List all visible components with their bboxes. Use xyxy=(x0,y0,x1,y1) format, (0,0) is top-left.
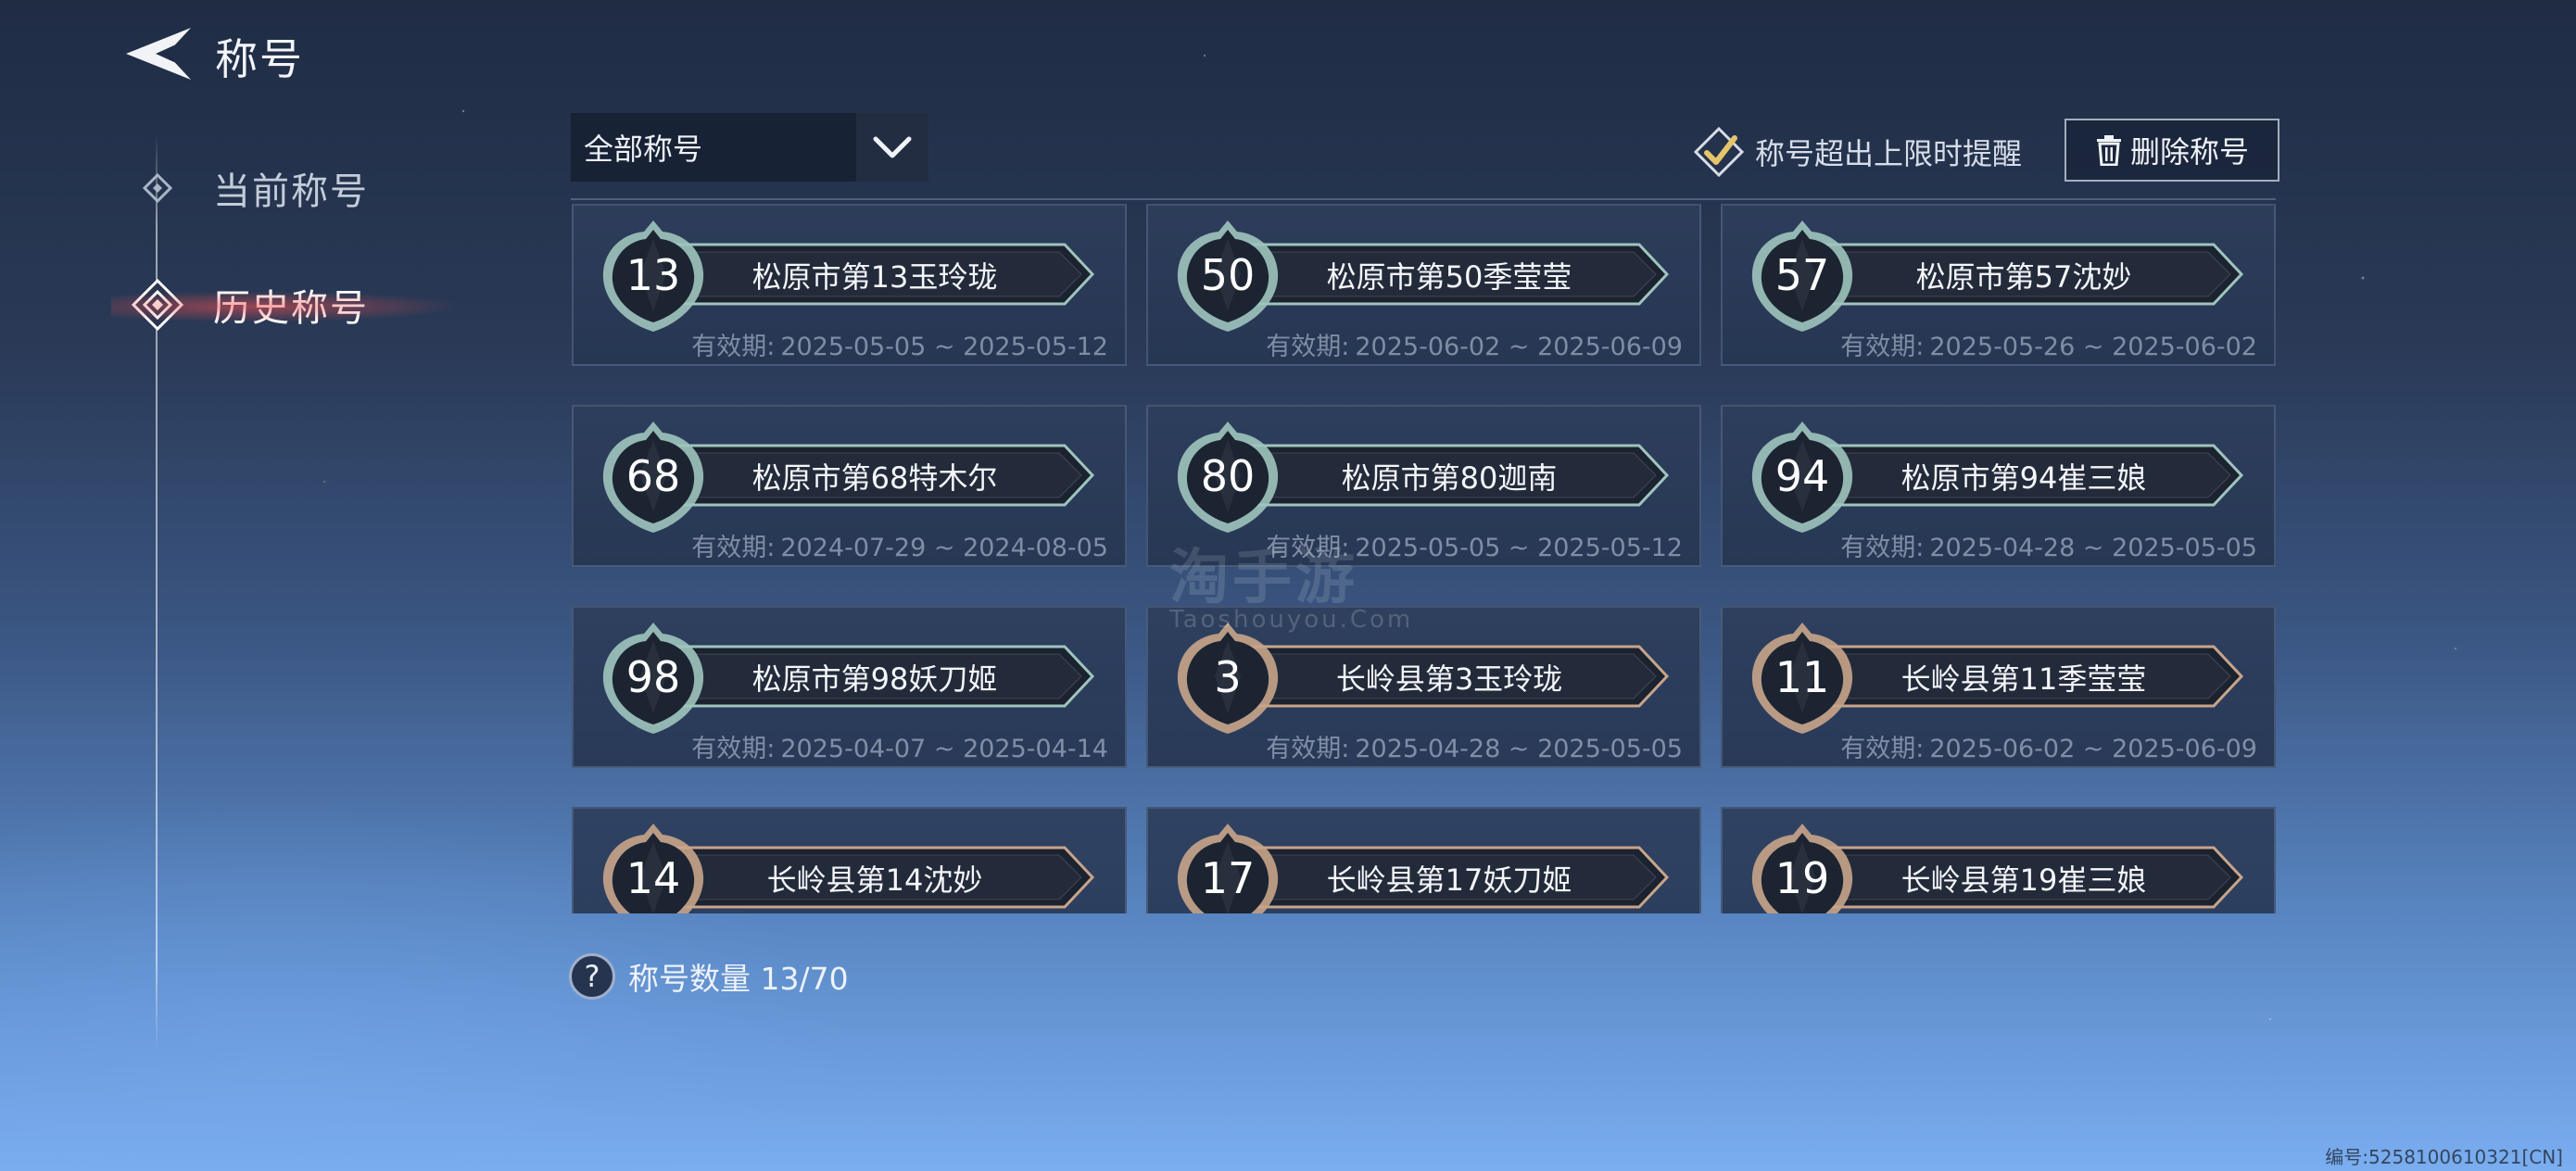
rank-number: 98 xyxy=(625,652,681,702)
rank-number: 14 xyxy=(625,853,681,903)
title-card[interactable]: 长岭县第11季莹莹 11 有效期: 2025-06-02 ~ 2025-06-09 xyxy=(1721,606,2276,768)
title-name: 长岭县第17妖刀姬 xyxy=(1326,863,1572,898)
title-card[interactable]: 松原市第68特木尔 68 有效期: 2024-07-29 ~ 2024-08-05 xyxy=(572,405,1127,567)
page-title: 称号 xyxy=(215,34,304,84)
validity-period: 有效期: 2025-06-02 ~ 2025-06-09 xyxy=(1840,728,2257,764)
diamond-icon xyxy=(130,277,185,333)
title-card[interactable]: 长岭县第19崔三娘 19 xyxy=(1721,807,2276,913)
rank-number: 11 xyxy=(1774,652,1830,702)
trash-icon xyxy=(2096,135,2121,166)
reminder-label: 称号超出上限时提醒 xyxy=(1755,136,2023,171)
validity-dates: 2025-05-05 ~ 2025-05-12 xyxy=(780,333,1108,361)
title-name: 松原市第98妖刀姬 xyxy=(751,661,998,697)
validity-dates: 2025-04-28 ~ 2025-05-05 xyxy=(1929,534,2257,562)
dropdown-toggle[interactable] xyxy=(856,113,928,182)
title-name: 松原市第80迦南 xyxy=(1341,460,1558,496)
rank-number: 94 xyxy=(1774,451,1830,501)
diamond-icon xyxy=(130,160,185,216)
validity-dates: 2025-04-07 ~ 2025-04-14 xyxy=(780,735,1108,763)
validity-period: 有效期: 2025-05-05 ~ 2025-05-12 xyxy=(691,326,1108,362)
rank-number: 57 xyxy=(1774,250,1830,300)
rank-number: 3 xyxy=(1214,652,1242,702)
validity-label: 有效期: xyxy=(1840,735,1925,763)
validity-period: 有效期: 2025-04-07 ~ 2025-04-14 xyxy=(691,728,1108,764)
validity-dates: 2024-07-29 ~ 2024-08-05 xyxy=(780,534,1108,562)
validity-dates: 2025-05-05 ~ 2025-05-12 xyxy=(1355,534,1683,562)
title-count: ? 称号数量 13/70 xyxy=(569,952,849,1001)
validity-period: 有效期: 2025-05-26 ~ 2025-06-02 xyxy=(1840,326,2257,362)
title-name: 长岭县第19崔三娘 xyxy=(1900,863,2147,898)
validity-label: 有效期: xyxy=(1840,333,1925,361)
title-name: 松原市第50季莹莹 xyxy=(1326,259,1572,295)
question-icon[interactable]: ? xyxy=(569,953,615,1000)
validity-period: 有效期: 2024-07-29 ~ 2024-08-05 xyxy=(691,527,1108,563)
nav-item-current-titles[interactable]: 当前称号 xyxy=(130,156,369,220)
title-card[interactable]: 松原市第13玉玲珑 13 有效期: 2025-05-05 ~ 2025-05-12 xyxy=(572,204,1127,366)
validity-period: 有效期: 2025-06-02 ~ 2025-06-09 xyxy=(1266,326,1683,362)
validity-label: 有效期: xyxy=(691,534,776,562)
validity-period: 有效期: 2025-04-28 ~ 2025-05-05 xyxy=(1840,527,2257,563)
title-card[interactable]: 松原市第57沈妙 57 有效期: 2025-05-26 ~ 2025-06-02 xyxy=(1721,204,2276,366)
validity-label: 有效期: xyxy=(1266,735,1350,763)
rank-number: 19 xyxy=(1774,853,1830,903)
title-card[interactable]: 松原市第94崔三娘 94 有效期: 2025-04-28 ~ 2025-05-05 xyxy=(1721,405,2276,567)
delete-title-button[interactable]: 删除称号 xyxy=(2065,119,2279,182)
watermark-logo: 淘手游 xyxy=(1169,544,1358,612)
title-name: 长岭县第14沈妙 xyxy=(766,863,983,898)
title-name: 长岭县第11季莹莹 xyxy=(1900,661,2147,697)
back-arrow-icon xyxy=(126,28,191,80)
validity-label: 有效期: xyxy=(691,735,776,763)
title-name: 松原市第68特木尔 xyxy=(751,460,998,496)
title-name: 松原市第57沈妙 xyxy=(1915,259,2132,295)
validity-period: 有效期: 2025-04-28 ~ 2025-05-05 xyxy=(1266,728,1683,764)
title-name: 松原市第13玉玲珑 xyxy=(751,259,998,295)
dropdown-selected-value: 全部称号 xyxy=(571,113,856,182)
rank-number: 13 xyxy=(625,250,681,300)
validity-dates: 2025-06-02 ~ 2025-06-09 xyxy=(1355,333,1683,361)
title-card[interactable]: 松原市第98妖刀姬 98 有效期: 2025-04-07 ~ 2025-04-14 xyxy=(572,606,1127,768)
delete-button-label: 删除称号 xyxy=(2129,134,2249,170)
validity-dates: 2025-04-28 ~ 2025-05-05 xyxy=(1355,735,1683,763)
validity-label: 有效期: xyxy=(1266,333,1350,361)
title-count-label: 称号数量 13/70 xyxy=(628,961,849,997)
title-card[interactable]: 长岭县第14沈妙 14 xyxy=(572,807,1127,913)
title-name: 松原市第94崔三娘 xyxy=(1900,460,2147,496)
limit-reminder-toggle[interactable]: 称号超出上限时提醒 xyxy=(1692,124,2022,180)
rank-number: 17 xyxy=(1200,853,1256,903)
serial-number: 编号:5258100610321[CN] xyxy=(2325,1146,2563,1168)
nav-item-label: 历史称号 xyxy=(213,287,369,330)
back-button[interactable] xyxy=(122,24,193,83)
validity-dates: 2025-05-26 ~ 2025-06-02 xyxy=(1929,333,2257,361)
watermark-subtext: Taoshouyou.Com xyxy=(1169,606,1414,634)
chevron-down-icon xyxy=(873,136,912,158)
header-divider xyxy=(571,198,2276,200)
title-filter-dropdown[interactable]: 全部称号 xyxy=(571,113,928,182)
validity-dates: 2025-06-02 ~ 2025-06-09 xyxy=(1929,735,2257,763)
checkbox-icon xyxy=(1693,126,1745,178)
title-grid: 松原市第13玉玲珑 13 有效期: 2025-05-05 ~ 2025-05-12 松原… xyxy=(572,204,2277,913)
rank-number: 68 xyxy=(625,451,681,501)
validity-label: 有效期: xyxy=(691,333,776,361)
rank-number: 50 xyxy=(1200,250,1256,300)
rank-number: 80 xyxy=(1200,451,1256,501)
title-card[interactable]: 松原市第50季莹莹 50 有效期: 2025-06-02 ~ 2025-06-09 xyxy=(1146,204,1701,366)
title-name: 长岭县第3玉玲珑 xyxy=(1335,661,1563,697)
title-card[interactable]: 长岭县第17妖刀姬 17 xyxy=(1146,807,1701,913)
validity-label: 有效期: xyxy=(1840,534,1925,562)
nav-item-history-titles[interactable]: 历史称号 xyxy=(111,272,463,337)
nav-item-label: 当前称号 xyxy=(213,170,369,213)
